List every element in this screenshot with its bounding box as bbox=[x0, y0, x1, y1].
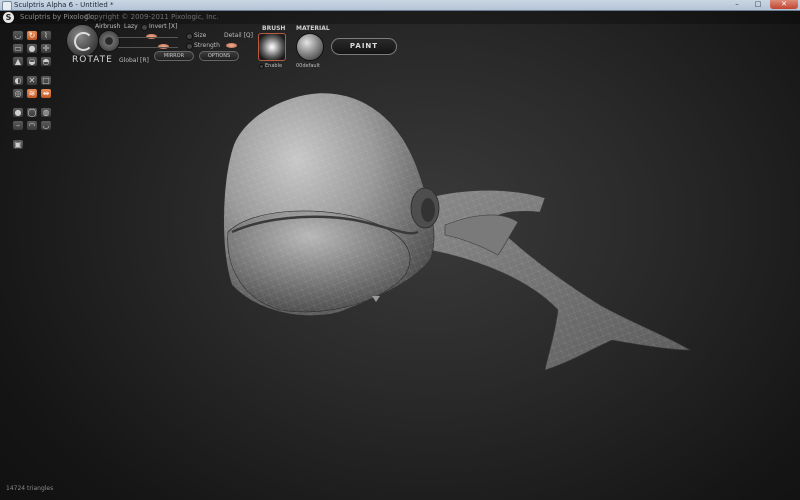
whale-model[interactable] bbox=[223, 92, 692, 371]
tool-crease-icon[interactable]: ⌇ bbox=[40, 30, 52, 41]
brush-size-dial[interactable] bbox=[98, 30, 120, 52]
maximize-button[interactable]: □ bbox=[748, 0, 768, 9]
rotate-arrow-icon bbox=[74, 32, 93, 51]
tool-tesselate-icon[interactable]: ◎ bbox=[12, 88, 24, 99]
tool-rotate-icon[interactable]: ↻ bbox=[26, 30, 38, 41]
brush-swatch[interactable] bbox=[258, 33, 286, 61]
tool-grab-icon[interactable]: ▲ bbox=[12, 56, 24, 67]
lazy-label[interactable]: Lazy bbox=[124, 23, 138, 30]
invert-radio[interactable] bbox=[141, 24, 148, 31]
tool-flatten-icon[interactable]: ▭ bbox=[12, 43, 24, 54]
app-name: Sculptris by Pixologic bbox=[20, 13, 95, 21]
window-title: Sculptris Alpha 6 - Untitled * bbox=[14, 1, 114, 9]
minimize-button[interactable]: – bbox=[727, 0, 747, 9]
app-window-icon bbox=[2, 1, 12, 11]
global-label[interactable]: Global [R] bbox=[119, 57, 149, 64]
strength-label[interactable]: Strength bbox=[194, 42, 220, 49]
enable-radio[interactable] bbox=[259, 64, 264, 69]
strength-slider-track[interactable] bbox=[118, 47, 178, 48]
paint-button[interactable]: PAINT bbox=[331, 38, 397, 55]
material-title: MATERIAL bbox=[296, 25, 330, 32]
viewport-canvas[interactable] bbox=[0, 11, 800, 500]
sculpt-workspace[interactable]: S Sculptris by Pixologic Copyright © 200… bbox=[0, 11, 800, 500]
close-button[interactable]: ✕ bbox=[770, 0, 798, 9]
tool-mask-icon[interactable]: ≋ bbox=[26, 88, 38, 99]
tool-undo-icon[interactable]: – bbox=[12, 120, 24, 131]
tool-smooth-icon[interactable]: ◒ bbox=[26, 56, 38, 67]
triangle-count: 14724 triangles bbox=[6, 485, 54, 492]
size-radio[interactable] bbox=[186, 33, 193, 40]
mirror-button[interactable]: MIRROR bbox=[154, 51, 194, 61]
material-name: 00default bbox=[296, 63, 320, 69]
sculptris-logo: S bbox=[3, 12, 14, 23]
tool-camera-icon[interactable]: ▣ bbox=[12, 139, 24, 150]
strength-radio[interactable] bbox=[186, 43, 193, 50]
options-button[interactable]: OPTIONS bbox=[199, 51, 239, 61]
enable-label[interactable]: Enable bbox=[265, 63, 282, 69]
tool-plane-icon[interactable]: ◍ bbox=[40, 107, 52, 118]
tool-light-icon[interactable]: ● bbox=[12, 107, 24, 118]
tool-paint-icon[interactable]: ⇹ bbox=[40, 88, 52, 99]
tool-view-icon[interactable]: □ bbox=[40, 75, 52, 86]
tool-inflate-icon[interactable]: ● bbox=[26, 43, 38, 54]
brush-title: BRUSH bbox=[262, 25, 286, 32]
lazy-slider-track[interactable] bbox=[118, 37, 178, 38]
tool-symmetry-icon[interactable]: ◐ bbox=[12, 75, 24, 86]
tool-redo-icon[interactable]: ◠ bbox=[26, 120, 38, 131]
tool-mode-label: ROTATE bbox=[72, 55, 113, 65]
airbrush-label[interactable]: Airbrush bbox=[95, 23, 120, 30]
tool-pinch-icon[interactable]: ✛ bbox=[40, 43, 52, 54]
tool-wireframe-icon[interactable]: ✕ bbox=[26, 75, 38, 86]
detail-label[interactable]: Detail [Q] bbox=[224, 32, 253, 39]
material-ball[interactable] bbox=[296, 33, 324, 61]
invert-label[interactable]: Invert [X] bbox=[149, 23, 177, 30]
size-label[interactable]: Size bbox=[194, 32, 206, 39]
tool-reduce-icon[interactable]: ◓ bbox=[40, 56, 52, 67]
tool-sphere-icon[interactable]: ◯ bbox=[26, 107, 38, 118]
detail-slider-knob[interactable] bbox=[226, 43, 237, 48]
tool-draw-icon[interactable]: ◡ bbox=[12, 30, 24, 41]
window-titlebar[interactable]: Sculptris Alpha 6 - Untitled * – □ ✕ bbox=[0, 0, 800, 11]
tool-save-icon[interactable]: ◡ bbox=[40, 120, 52, 131]
copyright-text: Copyright © 2009-2011 Pixologic, Inc. bbox=[85, 13, 219, 21]
